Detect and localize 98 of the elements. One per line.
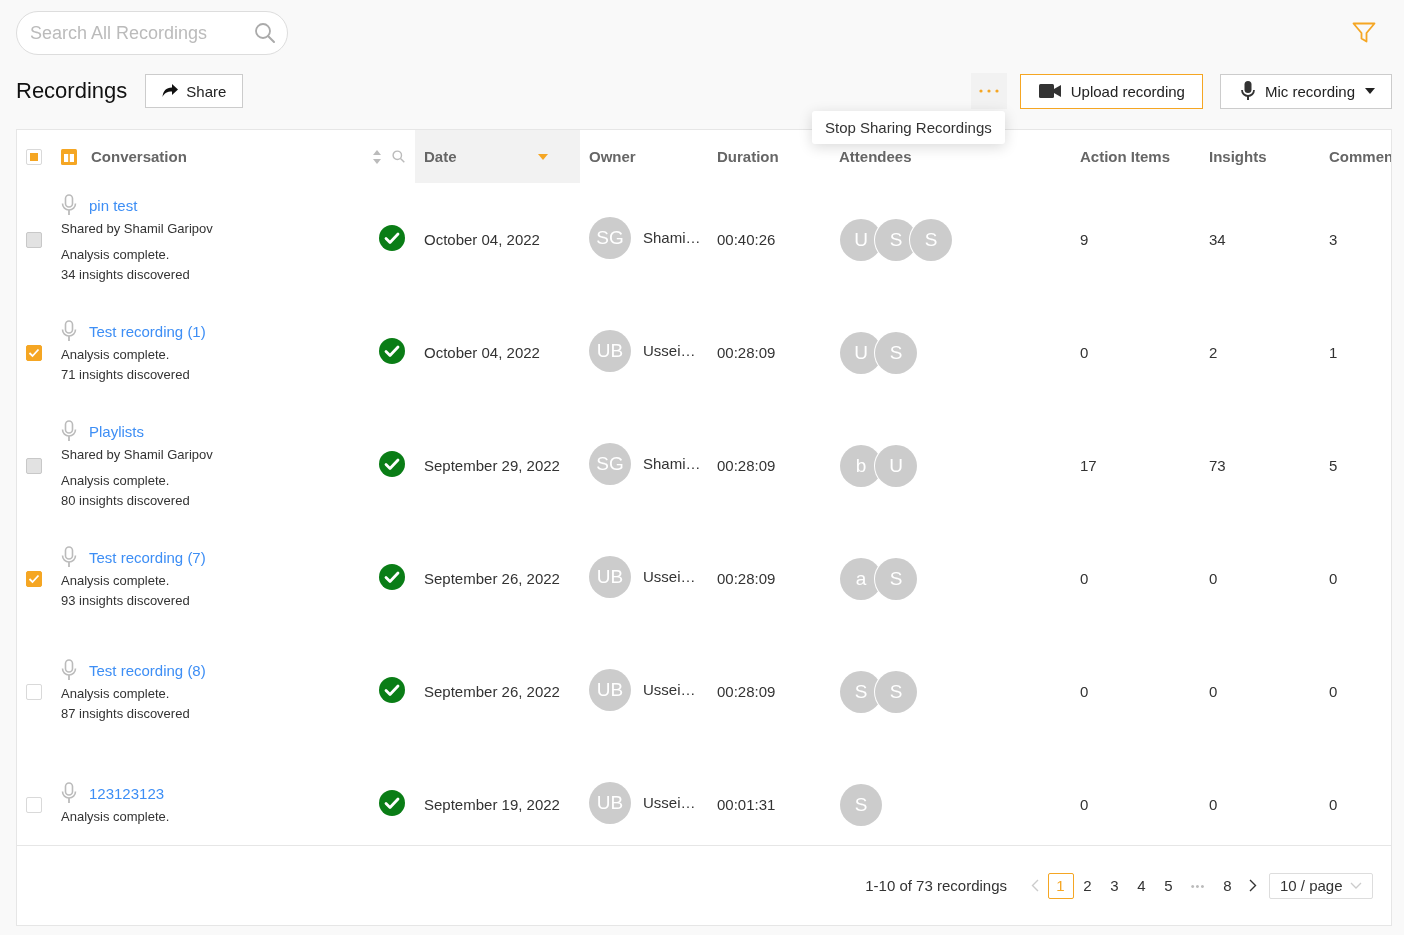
checkbox[interactable] xyxy=(26,148,42,165)
sort-icon[interactable] xyxy=(372,148,382,165)
share-button[interactable]: Share xyxy=(145,74,244,108)
analysis-text: Analysis complete. xyxy=(61,808,170,826)
mic-recording-button[interactable]: Mic recording xyxy=(1219,73,1392,109)
analysis-text: Analysis complete. xyxy=(61,246,171,264)
page-title: Recordings xyxy=(16,78,128,104)
date-text: September 19, 2022 xyxy=(424,796,560,813)
action-items-count: 9 xyxy=(1080,231,1089,248)
next-page-icon[interactable] xyxy=(1249,879,1257,892)
page-button[interactable]: 2 xyxy=(1074,872,1101,899)
action-items-count: 0 xyxy=(1080,796,1089,813)
column-header[interactable]: Duration xyxy=(717,148,779,165)
comments-count: 0 xyxy=(1329,796,1338,813)
search-icon[interactable] xyxy=(254,22,276,44)
analysis-text: 87 insights discovered xyxy=(61,705,191,723)
column-header[interactable]: Conversation xyxy=(91,148,187,165)
duration-text: 00:28:09 xyxy=(717,683,776,700)
upload-button[interactable]: Upload recording xyxy=(1019,73,1203,109)
analysis-text: Analysis complete. xyxy=(61,346,171,364)
owner-name: Ussei… xyxy=(643,681,696,698)
checkbox[interactable] xyxy=(26,344,42,361)
column-header[interactable]: Insights xyxy=(1209,148,1267,165)
duration-text: 00:01:31 xyxy=(717,796,776,813)
comments-count: 1 xyxy=(1329,344,1338,361)
insights-count: 0 xyxy=(1209,796,1218,813)
column-header[interactable]: Date xyxy=(424,148,457,165)
page-button[interactable]: 8 xyxy=(1214,872,1241,899)
analysis-text: 80 insights discovered xyxy=(61,492,191,510)
microphone-icon xyxy=(61,659,77,681)
recording-title-link[interactable]: Test recording (1) xyxy=(89,322,206,340)
page-button[interactable]: 3 xyxy=(1101,872,1128,899)
checkbox[interactable] xyxy=(26,570,42,587)
search-field[interactable]: Search All Recordings xyxy=(16,11,288,55)
analysis-text: Analysis complete. xyxy=(61,472,171,490)
analysis-text: 71 insights discovered xyxy=(61,366,191,384)
share-icon xyxy=(162,84,179,98)
microphone-icon xyxy=(1240,81,1255,101)
insights-count: 0 xyxy=(1209,683,1218,700)
recording-title-link[interactable]: Test recording (8) xyxy=(89,661,206,679)
action-items-count: 0 xyxy=(1080,344,1089,361)
owner-name: Shami… xyxy=(643,229,701,246)
action-items-count: 0 xyxy=(1080,570,1089,587)
duration-text: 00:28:09 xyxy=(717,570,776,587)
search-icon[interactable] xyxy=(392,150,405,163)
microphone-icon xyxy=(61,194,77,216)
caret-icon xyxy=(1365,88,1375,94)
insights-count: 34 xyxy=(1209,231,1226,248)
owner-name: Ussei… xyxy=(643,794,696,811)
insights-count: 2 xyxy=(1209,344,1218,361)
owner-name: Shami… xyxy=(643,455,701,472)
column-header[interactable]: Owner xyxy=(589,148,636,165)
insights-count: 73 xyxy=(1209,457,1226,474)
page-button[interactable]: 5 xyxy=(1155,872,1182,899)
more-icon xyxy=(977,88,1000,94)
owner-name: Ussei… xyxy=(643,342,696,359)
comments-count: 0 xyxy=(1329,683,1338,700)
owner-name: Ussei… xyxy=(643,568,696,585)
date-text: September 29, 2022 xyxy=(424,457,560,474)
analysis-text: Analysis complete. xyxy=(61,685,171,703)
shared-by-text: Shared by Shamil Garipov xyxy=(61,220,213,238)
duration-text: 00:40:26 xyxy=(717,231,776,248)
filter-icon[interactable] xyxy=(1352,22,1376,44)
shared-by-text: Shared by Shamil Garipov xyxy=(61,446,213,464)
analysis-text: 93 insights discovered xyxy=(61,592,191,610)
page-size-select[interactable]: 10 / page xyxy=(1269,872,1373,899)
menu-item[interactable]: Stop Sharing Recordings xyxy=(811,113,1005,142)
page-button[interactable]: 4 xyxy=(1128,872,1155,899)
columns-icon[interactable] xyxy=(61,148,77,165)
comments-count: 0 xyxy=(1329,570,1338,587)
date-text: October 04, 2022 xyxy=(424,344,540,361)
microphone-icon xyxy=(61,782,77,804)
date-text: October 04, 2022 xyxy=(424,231,540,248)
duration-text: 00:28:09 xyxy=(717,344,776,361)
comments-count: 5 xyxy=(1329,457,1338,474)
action-items-count: 17 xyxy=(1080,457,1097,474)
duration-text: 00:28:09 xyxy=(717,457,776,474)
column-header[interactable]: Action Items xyxy=(1080,148,1170,165)
action-items-count: 0 xyxy=(1080,683,1089,700)
checkbox[interactable] xyxy=(26,683,42,700)
analysis-text: Analysis complete. xyxy=(61,572,171,590)
analysis-text: 34 insights discovered xyxy=(61,266,191,284)
date-text: September 26, 2022 xyxy=(424,683,560,700)
pagination-summary: 1-10 of 73 recordings xyxy=(865,877,1007,894)
microphone-icon xyxy=(61,420,77,442)
recording-title-link[interactable]: Test recording (7) xyxy=(89,548,206,566)
video-camera-icon xyxy=(1038,84,1061,98)
microphone-icon xyxy=(61,546,77,568)
chevron-down-icon xyxy=(1350,882,1362,889)
more-button[interactable] xyxy=(970,73,1007,109)
comments-count: 3 xyxy=(1329,231,1338,248)
recording-title-link[interactable]: 123123123 xyxy=(89,784,165,802)
column-header[interactable]: Attendees xyxy=(839,148,912,165)
checkbox[interactable] xyxy=(26,796,42,813)
insights-count: 0 xyxy=(1209,570,1218,587)
microphone-icon xyxy=(61,320,77,342)
sort-descending-icon[interactable] xyxy=(538,153,548,160)
date-text: September 26, 2022 xyxy=(424,570,560,587)
